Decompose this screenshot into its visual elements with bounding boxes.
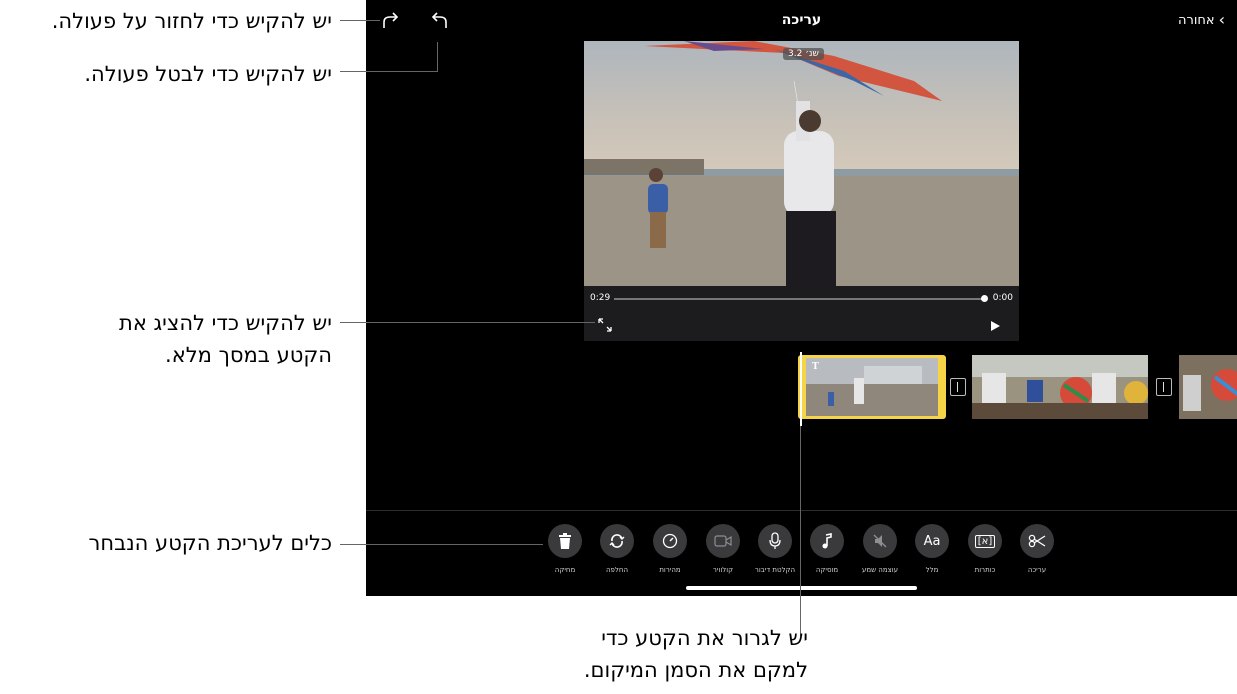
home-indicator <box>686 586 917 590</box>
toolbar-divider <box>366 510 1237 511</box>
replace-label: החלפה <box>605 566 629 574</box>
clip-duration-badge: 3.2 שנ׳ <box>783 48 824 60</box>
selected-clip[interactable]: T <box>798 355 946 419</box>
transition-button[interactable] <box>950 378 966 396</box>
clip-thumbnail <box>972 355 1148 419</box>
callout-drag-line2: למקם את הסמן המיקום. <box>583 658 808 682</box>
callout-line-undo-vertical <box>437 42 438 72</box>
callout-line-drag <box>800 426 801 636</box>
callout-drag-line1: יש לגרור את הקטע כדי <box>601 626 808 650</box>
delete-label: מחיקה <box>554 566 576 574</box>
transition-button[interactable] <box>1156 378 1172 396</box>
callout-line-tools <box>340 544 543 545</box>
callout-fullscreen-line2: הקטע במסך מלא. <box>165 343 332 367</box>
text-button[interactable]: Aa מלל <box>902 524 962 574</box>
speed-button[interactable]: מהירות <box>640 524 700 574</box>
callout-tools: כלים לעריכת הקטע הנבחר <box>88 531 332 555</box>
callout-fullscreen-line1: יש להקיש כדי להציג את <box>119 311 332 335</box>
callout-redo: יש להקיש כדי לחזור על פעולה. <box>51 9 332 33</box>
audio-button[interactable]: עוצמה שמע <box>850 524 910 574</box>
callout-line-undo <box>340 71 438 72</box>
scrubber-track[interactable] <box>614 295 988 302</box>
microphone-icon <box>769 532 781 549</box>
redo-button[interactable] <box>380 10 402 36</box>
time-elapsed: 0:00 <box>992 293 1013 303</box>
speedometer-icon <box>662 533 678 549</box>
speed-label: מהירות <box>659 566 681 574</box>
music-note-icon <box>822 533 832 549</box>
voiceover-label: הקלטת דיבור <box>754 566 796 574</box>
timeline-clip[interactable] <box>1179 355 1237 419</box>
music-button[interactable]: מוסיקה <box>797 524 857 574</box>
playhead <box>800 352 802 426</box>
callout-line-fullscreen <box>340 322 595 323</box>
edit-button[interactable]: עריכה <box>1007 524 1067 574</box>
edit-label: עריכה <box>1027 566 1047 574</box>
selected-clip-thumbnail: T <box>806 358 938 416</box>
scissors-icon <box>1028 534 1046 548</box>
trash-icon <box>559 533 571 549</box>
play-icon <box>991 321 1000 331</box>
voiceover-button[interactable]: הקלטת דיבור <box>745 524 805 574</box>
clip-thumbnail <box>1179 355 1237 419</box>
page-title: עריכה <box>781 12 822 28</box>
time-remaining: 0:29 <box>590 293 611 303</box>
titles-label: כותרות <box>974 566 996 574</box>
undo-arrow-icon <box>431 12 447 28</box>
replace-button[interactable]: החלפה <box>587 524 647 574</box>
music-label: מוסיקה <box>815 566 839 574</box>
redo-arrow-icon <box>383 12 399 28</box>
expand-arrows-icon <box>598 318 612 332</box>
audio-label: עוצמה שמע <box>861 566 899 574</box>
title-box-icon: [א] <box>974 534 996 548</box>
text-aa-icon: Aa <box>923 533 941 549</box>
video-viewer: 3.2 שנ׳ 0:29 0:00 <box>584 41 1019 341</box>
callout-drag: יש לגרור את הקטע כדי למקם את הסמן המיקום… <box>520 622 808 686</box>
scrubber-knob[interactable] <box>981 295 988 302</box>
playback-bar: 0:29 0:00 <box>584 286 1019 341</box>
speaker-mute-icon <box>873 534 887 548</box>
cutaway-label: קולוויר <box>712 566 734 574</box>
video-frame[interactable]: 3.2 שנ׳ <box>584 41 1019 286</box>
imovie-screen: אחורה ‹ עריכה 3.2 שנ׳ 0:29 0:00 T מחיקה … <box>366 0 1237 596</box>
undo-button[interactable] <box>428 10 450 36</box>
video-camera-icon <box>714 535 732 547</box>
callout-line-redo <box>340 20 380 21</box>
delete-button[interactable]: מחיקה <box>535 524 595 574</box>
play-button[interactable] <box>989 317 1001 336</box>
text-label: מלל <box>925 566 939 574</box>
callout-undo: יש להקיש כדי לבטל פעולה. <box>84 62 332 86</box>
beach-kite-image <box>584 41 1019 286</box>
replace-cycle-icon <box>609 534 625 548</box>
fullscreen-button[interactable] <box>598 317 612 336</box>
title-marker: T <box>812 362 819 372</box>
titles-button[interactable]: [א] כותרות <box>955 524 1015 574</box>
timeline-clip[interactable] <box>972 355 1148 419</box>
callout-fullscreen: יש להקיש כדי להציג את הקטע במסך מלא. <box>119 307 332 371</box>
cutaway-button[interactable]: קולוויר <box>693 524 753 574</box>
